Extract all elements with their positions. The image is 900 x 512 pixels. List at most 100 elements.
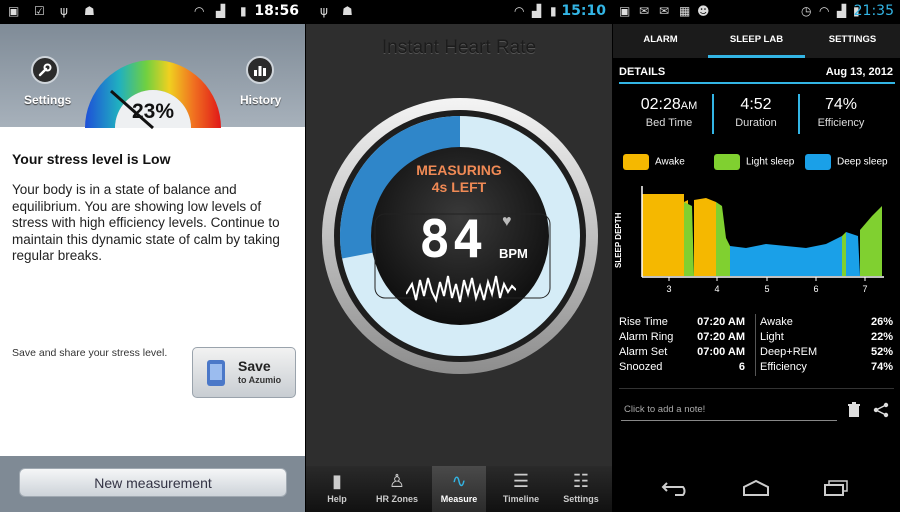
stat-value: 07:20 AM [697,316,745,328]
divider [712,94,714,134]
tab-label: Help [327,494,347,504]
stress-title: Your stress level is Low [12,151,171,167]
sleep-tabs: ALARM SLEEP LAB SETTINGS [613,24,900,58]
light-area [860,206,882,276]
stress-screen: ▣ ☑ ψ ☗ ◠ ▟ ▮ 18:56 Settings History 23%… [0,0,305,512]
history-label[interactable]: History [240,93,281,107]
stat-label: Alarm Set [619,346,668,358]
stat-label: Alarm Ring [619,331,674,343]
bpm-value: 84 [419,210,486,270]
stat-label: Rise Time [619,316,668,328]
legend-swatch [805,154,831,170]
stat-value: 26% [870,316,893,328]
home-icon[interactable] [739,479,773,499]
stat-value: 52% [870,346,893,358]
sliders-icon: ☷ [572,471,590,491]
save-hint: Save and share your stress level. [12,347,168,359]
stress-percent: 23% [131,100,175,123]
legend-label: Deep sleep [837,156,888,168]
android-icon: ☗ [84,4,95,18]
book-icon: ▮ [332,471,342,491]
wifi-icon: ◠ [819,4,830,18]
legend-label: Awake [655,156,685,168]
bpm-unit: BPM [499,246,528,261]
tab-hr-zones[interactable]: ♙ HR Zones [370,466,424,512]
share-icon[interactable] [873,402,889,421]
efficiency-stat: 74% Efficiency [801,96,881,129]
divider [798,94,800,134]
alarm-icon: ◷ [801,4,812,18]
note-input[interactable]: Click to add a note! [621,404,837,421]
heart-rate-screen: ψ ☗ ◠ ▟ ▮ 15:10 Instant Heart Rate MEASU… [306,0,612,512]
tab-settings[interactable]: ☷ Settings [554,466,608,512]
app-title: Instant Heart Rate [381,37,537,58]
system-nav-bar [613,468,900,512]
efficiency-value: 74% [824,96,858,113]
stat-label: Snoozed [619,361,663,373]
duration-label: Duration [735,117,777,129]
light-area [842,232,846,276]
stress-description: Your body is in a state of balance and e… [12,182,280,263]
bed-time-value: 02:28 [640,96,681,113]
duration-value: 4:52 [740,96,772,113]
tab-timeline[interactable]: ☰ Timeline [494,466,548,512]
x-tick-label: 3 [666,284,671,294]
picture-icon: ▣ [8,4,20,18]
tab-sleep-lab[interactable]: SLEEP LAB [708,24,805,58]
checkbox-icon: ☑ [34,4,45,18]
legend-swatch [623,154,649,170]
chart-y-label: SLEEP DEPTH [614,212,623,268]
tab-help[interactable]: ▮ Help [310,466,364,512]
new-measurement-button[interactable]: New measurement [19,468,287,497]
details-date: Aug 13, 2012 [825,66,893,78]
signal-icon: ▟ [837,4,847,18]
battery-icon: ▮ [550,4,557,18]
deep-area [846,232,860,276]
tab-settings[interactable]: SETTINGS [805,24,900,58]
status-bar: ▣ ✉ ✉ ▦ ☻ ◷ ◠ ▟ ▮ 21:35 [613,0,900,24]
wifi-icon: ◠ [514,4,525,18]
stat-label: Awake [760,316,793,328]
legend-awake: Awake [623,154,685,170]
battery-icon: ▮ [240,4,247,18]
tab-label: Settings [563,494,599,504]
save-to-azumio-button[interactable]: Save to Azumio [192,347,296,398]
stat-value: 07:00 AM [697,346,745,358]
recent-apps-icon[interactable] [819,479,853,499]
usb-icon: ψ [60,4,68,18]
bed-time-label: Bed Time [645,117,693,129]
bottom-tab-bar: ▮ Help ♙ HR Zones ∿ Measure ☰ Timeline ☷… [306,466,612,512]
tab-alarm[interactable]: ALARM [613,24,708,58]
list-icon: ☰ [512,471,530,491]
legend-label: Light sleep [746,156,795,168]
stat-value: 6 [738,361,745,373]
pulse-icon: ∿ [451,471,467,491]
status-time: 15:10 [561,3,606,19]
android-icon: ☗ [342,4,353,18]
divider [619,388,894,389]
bed-time-stat: 02:28AM Bed Time [619,96,719,129]
tab-measure[interactable]: ∿ Measure [432,466,486,512]
save-sublabel: to Azumio [238,375,282,385]
awake-area [694,198,716,276]
deep-area [730,236,844,276]
bar-chart-icon[interactable] [246,56,274,84]
trash-icon[interactable] [847,402,861,421]
settings-label[interactable]: Settings [24,93,71,107]
back-icon[interactable] [659,479,693,499]
mail-icon: ✉ [659,4,670,18]
picture-icon: ▣ [619,4,631,18]
pulse-waveform [406,275,516,303]
status-bar: ▣ ☑ ψ ☗ ◠ ▟ ▮ 18:56 [0,0,305,24]
wrench-icon[interactable] [31,56,59,84]
efficiency-label: Efficiency [817,117,865,129]
x-tick-label: 6 [813,284,818,294]
wifi-icon: ◠ [194,4,205,18]
stat-value: 07:20 AM [697,331,745,343]
tab-label: Timeline [502,494,540,504]
details-header: DETAILS Aug 13, 2012 [619,66,895,84]
light-area [684,202,694,276]
x-tick-label: 7 [862,284,867,294]
stat-label: Deep+REM [760,346,818,358]
cat-icon: ☻ [697,4,710,18]
